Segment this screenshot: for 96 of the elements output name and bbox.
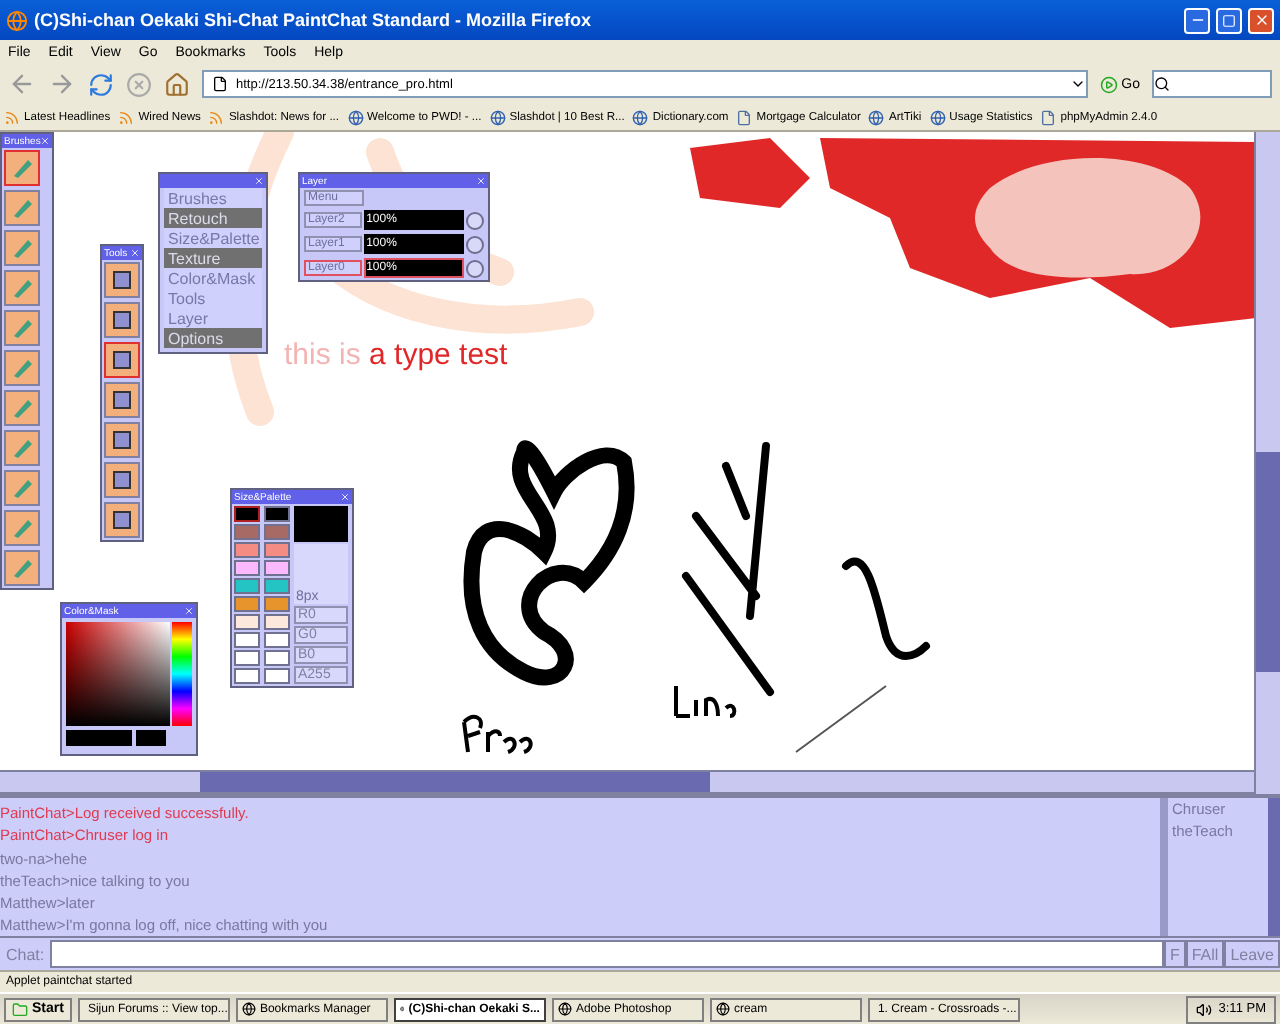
color-swatch[interactable] bbox=[234, 524, 260, 540]
hue-gradient-strip bbox=[172, 622, 192, 726]
square-icon bbox=[110, 428, 134, 452]
volume-icon[interactable] bbox=[1196, 1001, 1213, 1017]
brush-tool-button[interactable] bbox=[4, 350, 40, 386]
horizontal-scrollbar[interactable] bbox=[0, 770, 1254, 794]
page-icon bbox=[736, 109, 753, 125]
window-title: (C)Shi-chan Oekaki Shi-Chat PaintChat Standard - Mozilla Firefox bbox=[34, 10, 594, 30]
shape-tool-button[interactable] bbox=[104, 422, 140, 458]
color-swatch[interactable] bbox=[264, 524, 290, 540]
color-swatch[interactable] bbox=[264, 506, 290, 522]
brush-tool-button[interactable] bbox=[4, 510, 40, 546]
square-icon bbox=[110, 268, 134, 292]
color-swatch[interactable] bbox=[234, 560, 260, 576]
color-swatch[interactable] bbox=[264, 614, 290, 630]
brush-icon bbox=[10, 476, 34, 500]
color-swatch[interactable] bbox=[264, 542, 290, 558]
brush-icon bbox=[10, 196, 34, 220]
brush-tool-button[interactable] bbox=[4, 190, 40, 226]
brush-icon bbox=[10, 316, 34, 340]
brush-icon bbox=[10, 396, 34, 420]
shape-tool-button[interactable] bbox=[104, 462, 140, 498]
square-icon bbox=[110, 508, 134, 532]
color-swatch[interactable] bbox=[234, 578, 260, 594]
shape-tool-button[interactable] bbox=[104, 302, 140, 338]
maximize-icon bbox=[1222, 13, 1236, 27]
brush-tool-button[interactable] bbox=[4, 310, 40, 346]
color-picker-square[interactable] bbox=[66, 622, 170, 726]
forward-icon[interactable] bbox=[48, 70, 76, 98]
color-swatch[interactable] bbox=[234, 596, 260, 612]
canvas-text: this is a type test bbox=[284, 338, 508, 372]
color-swatch[interactable] bbox=[234, 506, 260, 522]
shape-tool-button[interactable] bbox=[104, 382, 140, 418]
color-mask-bar[interactable] bbox=[136, 730, 166, 746]
scroll-thumb[interactable] bbox=[200, 772, 710, 792]
color-swatch[interactable] bbox=[234, 668, 260, 684]
search-field[interactable] bbox=[1152, 70, 1272, 98]
dropdown-icon[interactable] bbox=[1069, 76, 1086, 92]
color-swatch[interactable] bbox=[264, 596, 290, 612]
brush-icon bbox=[10, 516, 34, 540]
close-icon bbox=[1253, 12, 1269, 28]
brush-icon bbox=[10, 236, 34, 260]
color-swatch[interactable] bbox=[264, 632, 290, 648]
square-icon bbox=[110, 308, 134, 332]
feed-icon bbox=[4, 109, 20, 125]
home-icon[interactable] bbox=[164, 71, 190, 97]
minimize-button[interactable] bbox=[1184, 7, 1210, 33]
reload-icon[interactable] bbox=[88, 71, 114, 97]
shape-tool-button[interactable] bbox=[104, 342, 140, 378]
color-swatch[interactable] bbox=[264, 560, 290, 576]
window-menu-item[interactable]: Texture bbox=[164, 248, 262, 268]
brush-tool-button[interactable] bbox=[4, 390, 40, 426]
square-icon bbox=[110, 348, 134, 372]
brush-icon bbox=[10, 356, 34, 380]
window-menu-item[interactable]: Options bbox=[164, 328, 262, 348]
current-color-preview bbox=[294, 506, 348, 542]
color-swatch[interactable] bbox=[234, 614, 260, 630]
color-mask-bar[interactable] bbox=[66, 730, 132, 746]
brush-icon bbox=[10, 556, 34, 580]
close-button[interactable] bbox=[1248, 7, 1274, 33]
color-swatch[interactable] bbox=[234, 650, 260, 666]
shape-tool-button[interactable] bbox=[104, 262, 140, 298]
color-swatch[interactable] bbox=[234, 542, 260, 558]
brush-tool-button[interactable] bbox=[4, 550, 40, 586]
back-icon[interactable] bbox=[8, 70, 36, 98]
color-swatch[interactable] bbox=[264, 650, 290, 666]
scroll-thumb[interactable] bbox=[1256, 452, 1280, 672]
chat-label: Chat: bbox=[4, 945, 47, 963]
feed-icon bbox=[118, 109, 135, 125]
color-swatch[interactable] bbox=[264, 578, 290, 594]
maximize-button[interactable] bbox=[1216, 7, 1242, 33]
vertical-scrollbar[interactable] bbox=[1254, 132, 1280, 794]
brush-icon bbox=[10, 276, 34, 300]
brush-tool-button[interactable] bbox=[4, 150, 40, 186]
play-icon bbox=[1099, 75, 1118, 93]
brush-tool-button[interactable] bbox=[4, 270, 40, 306]
page-icon bbox=[212, 76, 228, 92]
window-menu-item[interactable]: Retouch bbox=[164, 208, 262, 228]
brush-tool-button[interactable] bbox=[4, 430, 40, 466]
browser-icon bbox=[6, 9, 28, 31]
stop-icon[interactable] bbox=[126, 71, 152, 97]
page-icon bbox=[1040, 109, 1057, 125]
square-icon bbox=[110, 388, 134, 412]
search-icon bbox=[1154, 76, 1170, 92]
square-icon bbox=[110, 468, 134, 492]
brush-tool-button[interactable] bbox=[4, 230, 40, 266]
chat-input[interactable] bbox=[50, 940, 1164, 968]
color-swatch[interactable] bbox=[264, 668, 290, 684]
folder-icon bbox=[12, 1001, 28, 1017]
shape-tool-button[interactable] bbox=[104, 502, 140, 538]
color-swatch[interactable] bbox=[234, 632, 260, 648]
brush-tool-button[interactable] bbox=[4, 470, 40, 506]
feed-icon bbox=[208, 109, 225, 125]
brush-icon bbox=[10, 436, 34, 460]
brush-icon bbox=[10, 156, 34, 180]
user-list-scrollbar[interactable] bbox=[1268, 798, 1280, 936]
